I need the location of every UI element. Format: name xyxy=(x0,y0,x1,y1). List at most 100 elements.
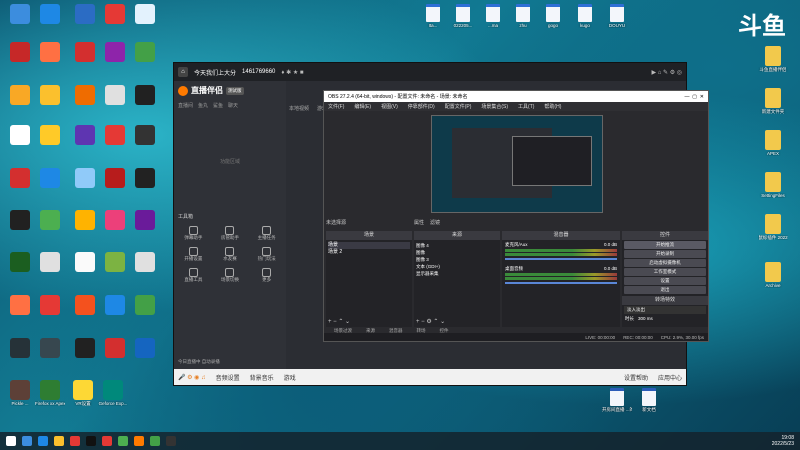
duration-input[interactable]: 300 ms xyxy=(638,316,653,322)
desktop-icon[interactable] xyxy=(100,295,130,315)
mic-icon[interactable]: 🎤 ⚙ ◉ ♫ xyxy=(178,374,206,381)
transition-select[interactable]: 淡入淡出 xyxy=(624,306,706,314)
desktop-icon[interactable] xyxy=(130,85,160,105)
source-item[interactable]: 图像 4 xyxy=(416,242,498,249)
desktop-icon[interactable] xyxy=(70,295,100,315)
tool-item[interactable]: 弹幕助手 xyxy=(178,226,209,241)
desktop-icon[interactable] xyxy=(5,252,35,272)
desktop-icon[interactable] xyxy=(5,295,35,315)
tool-item[interactable]: 场景切换 xyxy=(215,268,246,283)
tool-item[interactable]: 直播工具 xyxy=(178,268,209,283)
desktop-icon[interactable] xyxy=(35,168,65,188)
tab-fishball[interactable]: 鱼丸 xyxy=(198,102,208,109)
desktop-icon[interactable]: Geforce Exp... xyxy=(98,380,128,406)
home-icon[interactable]: ⌂ xyxy=(178,67,188,77)
tool-item[interactable]: 开播设置 xyxy=(178,247,209,262)
obs-preview[interactable] xyxy=(431,115,603,213)
file-icon[interactable]: DOUYU xyxy=(602,4,632,28)
taskbar-app-icon[interactable] xyxy=(54,436,64,446)
folder-icon[interactable]: SettingFiles xyxy=(758,172,788,198)
desktop-icon[interactable] xyxy=(130,42,160,62)
bottom-tool-game[interactable]: 游戏 xyxy=(284,373,296,382)
source-toolbar[interactable]: + − ⚙ ⌃ ⌄ xyxy=(416,318,445,325)
desktop-icon[interactable] xyxy=(5,338,35,358)
taskbar-app-icon[interactable] xyxy=(70,436,80,446)
tool-item[interactable]: 主播任务 xyxy=(251,226,282,241)
word-doc-icon[interactable]: 开房间直播 ...的认识 xyxy=(602,388,632,412)
bottom-right-apps[interactable]: 应用中心 xyxy=(658,373,682,382)
taskbar-app-icon[interactable] xyxy=(22,436,32,446)
word-doc-icon[interactable]: 新文档 xyxy=(634,388,664,412)
start-streaming-button[interactable]: 开始推流 xyxy=(624,241,706,249)
tab-shark[interactable]: 鲨鱼 xyxy=(213,102,223,109)
menu-docks[interactable]: 停靠部件(D) xyxy=(408,103,435,110)
desktop-icon[interactable] xyxy=(35,295,65,315)
taskbar-app-icon[interactable] xyxy=(102,436,112,446)
menu-profile[interactable]: 配置文件(P) xyxy=(445,103,472,110)
file-icon[interactable]: kugo xyxy=(570,4,600,28)
desktop-icon[interactable]: Firefox xx Apex ... xyxy=(35,380,65,406)
source-item[interactable]: 图像 3 xyxy=(416,256,498,263)
exit-button[interactable]: 退出 xyxy=(624,286,706,294)
tool-item[interactable]: 房管助手 xyxy=(215,226,246,241)
desktop-icon[interactable] xyxy=(100,338,130,358)
virtual-camera-button[interactable]: 启动虚拟摄像机 xyxy=(624,259,706,267)
scene-item[interactable]: 场景 2 xyxy=(328,249,410,256)
taskbar-clock[interactable]: 19:08 2022/5/23 xyxy=(772,435,794,447)
source-item[interactable]: 图像 xyxy=(416,249,498,256)
desktop-icon[interactable] xyxy=(70,85,100,105)
folder-icon[interactable]: APEX xyxy=(758,130,788,156)
desktop-icon[interactable] xyxy=(5,168,35,188)
desktop-icon[interactable] xyxy=(130,4,160,24)
bottom-tool-music[interactable]: 背景音乐 xyxy=(250,373,274,382)
scene-toolbar[interactable]: + − ⌃ ⌄ xyxy=(328,318,350,325)
desktop-icon[interactable] xyxy=(100,168,130,188)
desktop-icon[interactable] xyxy=(35,125,65,145)
desktop-icon[interactable] xyxy=(130,125,160,145)
desktop-icon[interactable] xyxy=(130,168,160,188)
desktop-icon[interactable] xyxy=(35,252,65,272)
folder-icon[interactable]: 斗鱼直播伴侣 xyxy=(758,46,788,72)
desktop-icon[interactable] xyxy=(70,210,100,230)
tab-room[interactable]: 直播间 xyxy=(178,102,193,109)
tool-item[interactable]: 水友赛 xyxy=(215,247,246,262)
file-icon[interactable]: 022205... xyxy=(448,4,478,28)
tool-item[interactable]: 热门玩法 xyxy=(251,247,282,262)
file-icon[interactable]: gogo xyxy=(538,4,568,28)
desktop-icon[interactable] xyxy=(100,4,130,24)
properties-button[interactable]: 属性 xyxy=(414,219,424,226)
desktop-icon[interactable] xyxy=(130,295,160,315)
bottom-tool-audio[interactable]: 音频设置 xyxy=(216,373,240,382)
desktop-icon[interactable] xyxy=(70,125,100,145)
desktop-icon[interactable]: Pickle ... xyxy=(5,380,35,406)
desktop-icon[interactable] xyxy=(70,42,100,62)
desktop-icon[interactable] xyxy=(35,210,65,230)
menu-file[interactable]: 文件(F) xyxy=(328,103,344,110)
desktop-icon[interactable]: VR设置 xyxy=(68,380,98,406)
desktop-icon[interactable] xyxy=(5,42,35,62)
window-controls[interactable]: ▶ ⌂ ✎ ⚙ ◎ xyxy=(651,69,682,76)
taskbar-app-icon[interactable] xyxy=(86,436,96,446)
file-icon[interactable]: ...ma xyxy=(478,4,508,28)
desktop-icon[interactable] xyxy=(5,85,35,105)
tool-item[interactable]: 更多 xyxy=(251,268,282,283)
filters-button[interactable]: 滤镜 xyxy=(430,219,440,226)
desktop-icon[interactable] xyxy=(35,85,65,105)
scene-item[interactable]: 场景 xyxy=(328,242,410,249)
source-item[interactable]: 显示器采集 xyxy=(416,270,498,277)
taskbar-app-icon[interactable] xyxy=(150,436,160,446)
taskbar-app-icon[interactable] xyxy=(38,436,48,446)
file-icon[interactable]: Ita... xyxy=(418,4,448,28)
desktop-icon[interactable] xyxy=(130,252,160,272)
desktop-icon[interactable] xyxy=(70,338,100,358)
menu-edit[interactable]: 编辑(E) xyxy=(354,103,371,110)
desktop-icon[interactable] xyxy=(70,168,100,188)
desktop-icon[interactable] xyxy=(70,4,100,24)
menu-view[interactable]: 视图(V) xyxy=(381,103,398,110)
desktop-icon[interactable] xyxy=(5,210,35,230)
settings-button[interactable]: 设置 xyxy=(624,277,706,285)
start-recording-button[interactable]: 开始录制 xyxy=(624,250,706,258)
desktop-icon[interactable] xyxy=(130,338,160,358)
volume-slider[interactable] xyxy=(505,282,617,284)
volume-slider[interactable] xyxy=(505,258,617,260)
